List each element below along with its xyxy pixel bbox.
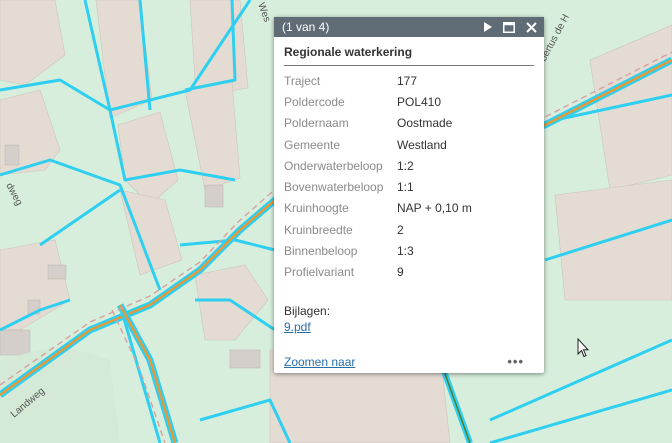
attachment-link[interactable]: 9.pdf (284, 320, 330, 334)
next-feature-button[interactable] (480, 20, 494, 34)
attribute-row: Gemeente Westland (284, 134, 472, 155)
attribute-value: Westland (397, 137, 447, 152)
maximize-button[interactable] (502, 20, 516, 34)
identify-popup: (1 van 4) Regionale waterkering Traject 1… (274, 17, 544, 373)
attribute-value: POL410 (397, 94, 442, 109)
attribute-row: Profielvariant 9 (284, 262, 472, 283)
attribute-key: Poldernaam (284, 116, 349, 131)
attribute-value: 1:3 (397, 244, 414, 259)
attribute-value: 2 (397, 222, 404, 237)
attribute-key: Bovenwaterbeloop (284, 180, 384, 195)
attribute-row: Onderwaterbeloop 1:2 (284, 155, 472, 176)
attachments: Bijlagen: 9.pdf (284, 304, 330, 334)
close-button[interactable] (524, 20, 538, 34)
attribute-key: Poldercode (284, 94, 345, 109)
mouse-cursor-icon (577, 338, 589, 358)
zoom-to-link[interactable]: Zoomen naar (284, 355, 355, 369)
attribute-key: Binnenbeloop (284, 244, 358, 259)
attribute-key: Kruinhoogte (284, 201, 349, 216)
attribute-row: Kruinbreedte 2 (284, 219, 472, 240)
attribute-value: 177 (397, 73, 418, 88)
attribute-row: Poldernaam Oostmade (284, 113, 472, 134)
attribute-value: Oostmade (397, 116, 453, 131)
attribute-table: Traject 177 Poldercode POL410 Poldernaam Oost… (284, 70, 472, 283)
play-icon (483, 22, 492, 32)
attribute-row: Traject 177 (284, 70, 472, 91)
attribute-key: Kruinbreedte (284, 222, 353, 237)
attribute-key: Traject (284, 73, 321, 88)
close-icon (525, 21, 537, 33)
popup-title: Regionale waterkering (284, 45, 534, 66)
attribute-value: NAP + 0,10 m (397, 201, 472, 216)
attribute-value: 1:2 (397, 158, 414, 173)
attribute-row: Kruinhoogte NAP + 0,10 m (284, 198, 472, 219)
attribute-value: 9 (397, 265, 404, 280)
attribute-row: Bovenwaterbeloop 1:1 (284, 176, 472, 197)
attribute-key: Onderwaterbeloop (284, 158, 383, 173)
attachments-label: Bijlagen: (284, 304, 331, 318)
attribute-key: Gemeente (284, 137, 341, 152)
attribute-value: 1:1 (397, 180, 414, 195)
attribute-row: Poldercode POL410 (284, 91, 472, 112)
attribute-key: Profielvariant (284, 265, 355, 280)
popup-pager: (1 van 4) (282, 20, 330, 34)
maximize-icon (503, 21, 515, 33)
attribute-row: Binnenbeloop 1:3 (284, 240, 472, 261)
popup-header: (1 van 4) (274, 17, 544, 37)
more-options-button[interactable]: ••• (507, 354, 524, 369)
